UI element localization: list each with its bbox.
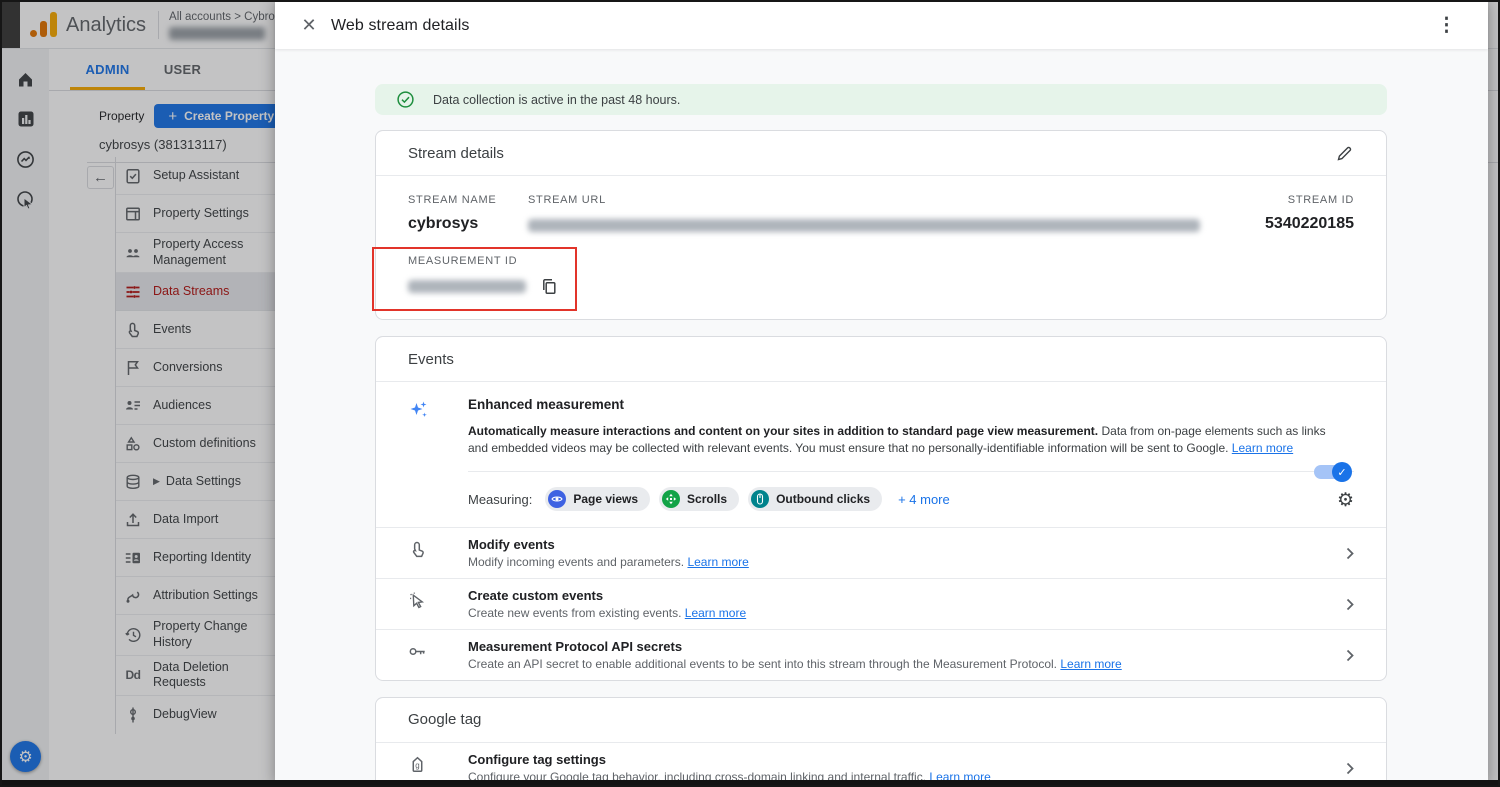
measuring-row: Measuring: Page views Scrolls	[376, 472, 1386, 527]
row-description: Create new events from existing events. …	[468, 606, 746, 620]
svg-text:g: g	[415, 761, 419, 770]
cursor-sparkle-icon	[408, 588, 436, 620]
row-title: Measurement Protocol API secrets	[468, 639, 1122, 654]
chevron-right-icon[interactable]	[1346, 547, 1354, 560]
configure-tag-settings-row[interactable]: g Configure tag settings Configure your …	[376, 743, 1386, 785]
touch-icon	[408, 537, 436, 569]
web-stream-details-panel: ✕ Web stream details ⋮ Data collection i…	[275, 2, 1488, 785]
stream-id-value: 5340220185	[1265, 215, 1354, 233]
edit-pencil-icon[interactable]	[1336, 145, 1353, 162]
eye-icon	[548, 490, 566, 508]
enhanced-measurement-description: Automatically measure interactions and c…	[468, 423, 1345, 458]
modify-events-row[interactable]: Modify events Modify incoming events and…	[376, 527, 1386, 578]
enhanced-measurement-gear-icon[interactable]: ⚙	[1337, 489, 1354, 512]
learn-more-link[interactable]: Learn more	[685, 606, 746, 620]
banner-text: Data collection is active in the past 48…	[433, 93, 680, 107]
google-tag-icon: g	[408, 752, 436, 784]
panel-body: Data collection is active in the past 48…	[275, 49, 1488, 785]
blurred-measurement-id	[408, 280, 526, 293]
learn-more-link[interactable]: Learn more	[1232, 441, 1293, 455]
row-description: Modify incoming events and parameters. L…	[468, 555, 749, 569]
stream-id-label: STREAM ID	[1265, 194, 1354, 206]
chevron-right-icon[interactable]	[1346, 762, 1354, 775]
blurred-stream-url	[528, 219, 1200, 232]
learn-more-link[interactable]: Learn more	[687, 555, 748, 569]
data-collection-banner: Data collection is active in the past 48…	[375, 84, 1387, 115]
chevron-right-icon[interactable]	[1346, 649, 1354, 662]
row-description: Create an API secret to enable additiona…	[468, 657, 1122, 671]
window-corner-artifact	[2, 2, 20, 48]
chip-page-views: Page views	[545, 487, 650, 511]
scroll-icon	[662, 490, 680, 508]
card-title: Events	[408, 351, 454, 368]
measurement-id-label: MEASUREMENT ID	[408, 255, 1354, 267]
create-custom-events-row[interactable]: Create custom events Create new events f…	[376, 578, 1386, 629]
kebab-menu-icon[interactable]: ⋮	[1437, 14, 1456, 37]
row-title: Configure tag settings	[468, 752, 991, 767]
card-title: Google tag	[408, 711, 481, 728]
stream-name-value: cybrosys	[408, 215, 528, 233]
stream-url-label: STREAM URL	[528, 194, 1265, 206]
panel-header: ✕ Web stream details ⋮	[275, 2, 1488, 49]
stream-details-card: Stream details STREAM NAME cybrosys	[375, 130, 1387, 320]
row-title: Create custom events	[468, 588, 746, 603]
events-card: Events Enhanced measurement Automaticall…	[375, 336, 1387, 681]
copy-icon[interactable]	[541, 278, 557, 295]
learn-more-link[interactable]: Learn more	[1060, 657, 1121, 671]
panel-title: Web stream details	[331, 17, 469, 35]
check-circle-icon	[397, 91, 414, 108]
mouse-icon	[751, 490, 769, 508]
more-chips-link: + 4 more	[898, 492, 950, 507]
enhanced-measurement-section: Enhanced measurement Automatically measu…	[376, 382, 1386, 458]
key-icon	[408, 639, 436, 671]
card-title: Stream details	[408, 145, 504, 162]
chip-outbound-clicks: Outbound clicks	[748, 487, 882, 511]
stream-name-label: STREAM NAME	[408, 194, 528, 206]
screenshot-bottom-edge	[2, 780, 1498, 785]
chip-scrolls: Scrolls	[659, 487, 739, 511]
chevron-right-icon[interactable]	[1346, 598, 1354, 611]
google-tag-card: Google tag g Configure tag settings Conf…	[375, 697, 1387, 785]
measurement-protocol-row[interactable]: Measurement Protocol API secrets Create …	[376, 629, 1386, 680]
web-stream-details-screenshot: Analytics All accounts > CybrosysOd ⚙ AD…	[0, 0, 1500, 787]
measuring-label: Measuring:	[468, 492, 532, 507]
close-icon[interactable]: ✕	[298, 15, 320, 36]
row-title: Modify events	[468, 537, 749, 552]
enhanced-measurement-title: Enhanced measurement	[468, 397, 1345, 412]
sparkle-icon	[408, 397, 436, 458]
